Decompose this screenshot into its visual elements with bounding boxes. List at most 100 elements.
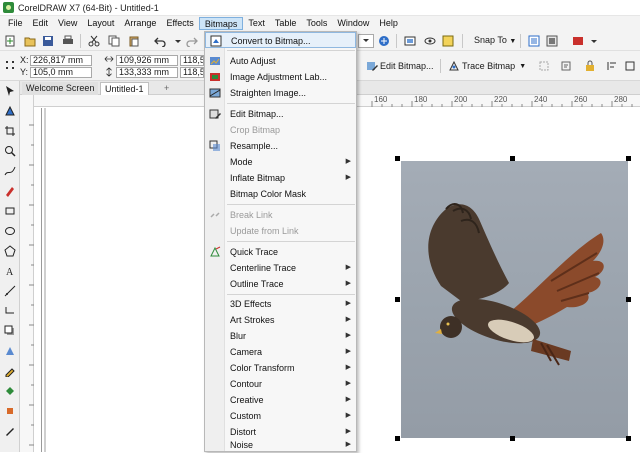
shape-tool-icon[interactable] (4, 105, 16, 117)
options-icon[interactable] (528, 35, 540, 47)
crop-tool-icon[interactable] (4, 125, 16, 137)
save-icon[interactable] (42, 35, 54, 47)
menu-item-creative[interactable]: Creative ▶ (205, 392, 356, 408)
scale-x-field[interactable]: 118,5 (180, 55, 204, 66)
y-position-field[interactable]: 105,0 mm (30, 67, 92, 78)
menu-item-outline-trace[interactable]: Outline Trace ▶ (205, 276, 356, 292)
resize-handle-sw[interactable] (395, 436, 400, 441)
zoom-tool-icon[interactable] (4, 145, 16, 157)
publish-icon[interactable] (572, 35, 584, 47)
polygon-tool-icon[interactable] (4, 245, 16, 257)
edit-bitmap-button[interactable]: Edit Bitmap... (380, 59, 434, 73)
smart-fill-tool-icon[interactable] (4, 405, 16, 417)
height-field[interactable]: 133,333 mm (116, 67, 178, 78)
scale-y-field[interactable]: 118,5 (180, 67, 204, 78)
menu-item-resample[interactable]: Resample... (205, 138, 356, 154)
vertical-ruler[interactable] (20, 95, 34, 452)
menu-item-contour[interactable]: Contour ▶ (205, 376, 356, 392)
outline-icon[interactable] (624, 60, 636, 72)
menu-file[interactable]: File (3, 17, 28, 30)
menu-table[interactable]: Table (270, 17, 302, 30)
add-tab-button[interactable]: + (160, 82, 172, 95)
x-position-field[interactable]: 226,817 mm (30, 55, 92, 66)
menu-item-blur[interactable]: Blur ▶ (205, 328, 356, 344)
menu-item-bitmap-color-mask[interactable]: Bitmap Color Mask (205, 186, 356, 202)
new-document-icon[interactable] (4, 35, 16, 47)
menu-text[interactable]: Text (243, 17, 270, 30)
selected-bitmap-image[interactable] (401, 161, 628, 438)
resize-handle-nw[interactable] (395, 156, 400, 161)
freehand-tool-icon[interactable] (4, 165, 16, 177)
zoom-level-dropdown[interactable] (358, 34, 374, 48)
cut-icon[interactable] (88, 35, 100, 47)
outline-pen-tool-icon[interactable] (4, 425, 16, 437)
menu-tools[interactable]: Tools (301, 17, 332, 30)
wrap-text-icon[interactable] (560, 60, 572, 72)
rulers-icon[interactable] (442, 35, 454, 47)
pick-tool-icon[interactable] (4, 85, 16, 97)
parallel-dimension-tool-icon[interactable] (4, 285, 16, 297)
menu-item-auto-adjust[interactable]: Auto Adjust (205, 53, 356, 69)
align-icon[interactable] (606, 60, 618, 72)
menu-item-3d-effects[interactable]: 3D Effects ▶ (205, 296, 356, 312)
print-icon[interactable] (62, 35, 74, 47)
resize-handle-s[interactable] (510, 436, 515, 441)
menu-window[interactable]: Window (332, 17, 374, 30)
menu-item-noise[interactable]: Noise ▶ (205, 437, 356, 453)
zoom-fit-icon[interactable] (378, 35, 390, 47)
drop-shadow-tool-icon[interactable] (4, 325, 16, 337)
open-icon[interactable] (24, 35, 36, 47)
menu-item-convert-to-bitmap[interactable]: Convert to Bitmap... (205, 32, 356, 48)
menu-edit[interactable]: Edit (28, 17, 54, 30)
redo-icon[interactable] (186, 35, 198, 47)
menu-item-quick-trace[interactable]: Quick Trace (205, 244, 356, 260)
menu-item-centerline-trace[interactable]: Centerline Trace ▶ (205, 260, 356, 276)
menu-item-inflate-bitmap[interactable]: Inflate Bitmap ▶ (205, 170, 356, 186)
copy-icon[interactable] (108, 35, 120, 47)
transparency-tool-icon[interactable] (4, 345, 16, 357)
resize-handle-n[interactable] (510, 156, 515, 161)
submenu-arrow-icon: ▶ (345, 174, 351, 181)
tab-untitled-1[interactable]: Untitled-1 (100, 82, 149, 95)
menu-item-custom[interactable]: Custom ▶ (205, 408, 356, 424)
interactive-fill-tool-icon[interactable] (4, 385, 16, 397)
menu-arrange[interactable]: Arrange (119, 17, 161, 30)
position-grid-icon[interactable] (4, 59, 16, 71)
color-eyedropper-tool-icon[interactable] (4, 365, 16, 377)
menu-item-straighten-image[interactable]: Straighten Image... (205, 85, 356, 101)
menu-item-art-strokes[interactable]: Art Strokes ▶ (205, 312, 356, 328)
application-launcher-icon[interactable] (546, 35, 558, 47)
full-screen-preview-icon[interactable] (404, 35, 416, 47)
coreldraw-app-icon (3, 2, 14, 13)
bitmap-color-mask-icon[interactable] (538, 60, 550, 72)
snap-to-button[interactable]: Snap To ▼ (470, 33, 520, 49)
menu-help[interactable]: Help (374, 17, 403, 30)
trace-bitmap-button[interactable]: Trace Bitmap ▼ (462, 59, 526, 73)
menu-item-image-adjustment-lab[interactable]: Image Adjustment Lab... (205, 69, 356, 85)
undo-dropdown-icon[interactable] (172, 35, 184, 47)
resize-handle-w[interactable] (395, 297, 400, 302)
artistic-media-tool-icon[interactable] (4, 185, 16, 197)
width-field[interactable]: 109,926 mm (116, 55, 178, 66)
menu-item-color-transform[interactable]: Color Transform ▶ (205, 360, 356, 376)
menu-effects[interactable]: Effects (161, 17, 198, 30)
rectangle-tool-icon[interactable] (4, 205, 16, 217)
menu-item-mode[interactable]: Mode ▶ (205, 154, 356, 170)
resize-handle-ne[interactable] (626, 156, 631, 161)
text-tool-icon[interactable]: A (4, 265, 16, 277)
lock-object-icon[interactable] (584, 60, 596, 72)
connector-tool-icon[interactable] (4, 305, 16, 317)
view-mode-icon[interactable] (424, 35, 436, 47)
ellipse-tool-icon[interactable] (4, 225, 16, 237)
undo-icon[interactable] (154, 35, 166, 47)
tab-welcome-screen[interactable]: Welcome Screen (22, 82, 99, 95)
menu-view[interactable]: View (53, 17, 82, 30)
menu-bitmaps[interactable]: Bitmaps (198, 17, 244, 30)
resize-handle-e[interactable] (626, 297, 631, 302)
menu-item-camera[interactable]: Camera ▶ (205, 344, 356, 360)
menu-item-edit-bitmap[interactable]: Edit Bitmap... (205, 106, 356, 122)
resize-handle-se[interactable] (626, 436, 631, 441)
paste-icon[interactable] (128, 35, 140, 47)
publish-dropdown-icon[interactable] (588, 35, 600, 47)
menu-layout[interactable]: Layout (82, 17, 119, 30)
